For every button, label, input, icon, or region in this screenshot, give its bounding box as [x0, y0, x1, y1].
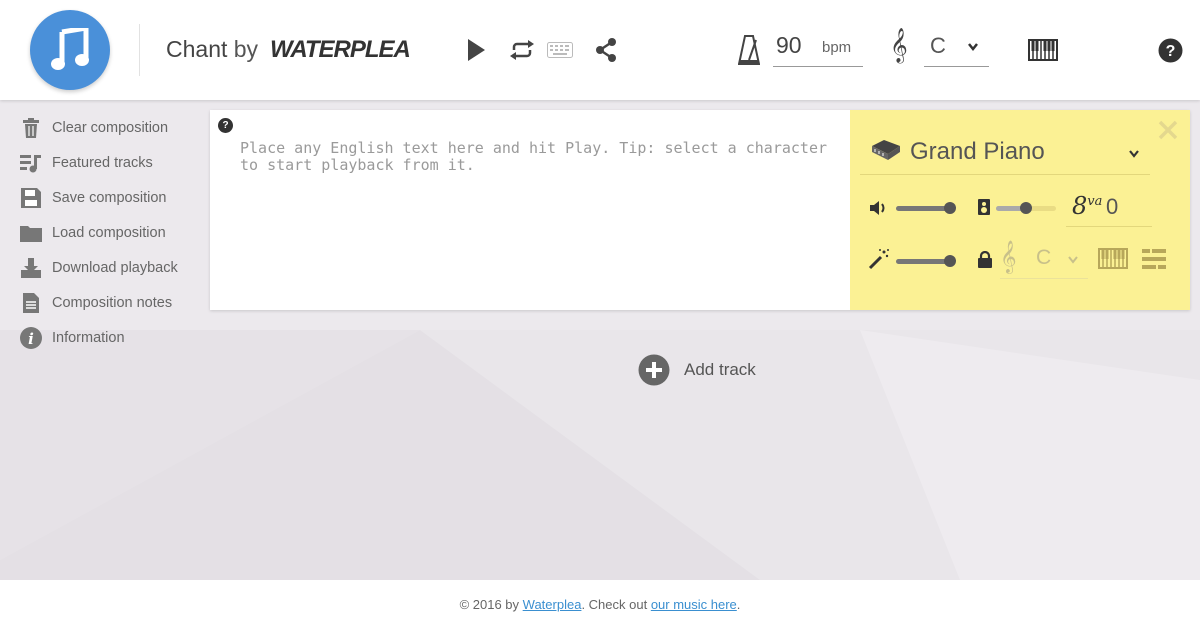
save-icon	[20, 187, 42, 209]
sidebar-item-save-composition[interactable]: Save composition	[20, 186, 166, 210]
sidebar-item-label: Clear composition	[52, 120, 169, 136]
notes-icon	[20, 292, 42, 314]
octave-icon: 8va	[1072, 192, 1102, 220]
instrument-select[interactable]: Grand Piano	[910, 138, 1045, 166]
lock-icon[interactable]	[978, 251, 992, 268]
play-icon[interactable]	[466, 38, 486, 62]
footer-text: . Check out	[581, 597, 651, 612]
app-name: Chant	[166, 36, 228, 62]
bpm-input[interactable]: 90	[776, 32, 812, 59]
app-by: by	[233, 36, 259, 62]
add-track-label: Add track	[684, 360, 756, 379]
footer-music-link[interactable]: our music here	[651, 597, 737, 612]
key-underline	[924, 66, 989, 67]
header-divider	[139, 24, 140, 76]
sidebar-item-load-composition[interactable]: Load composition	[20, 221, 166, 245]
treble-clef-icon: 𝄞	[1000, 240, 1017, 273]
track-key-underline	[1000, 278, 1088, 279]
sidebar-item-label: Featured tracks	[52, 155, 153, 171]
chevron-down-icon[interactable]	[1129, 150, 1139, 158]
footer-period: .	[736, 597, 741, 612]
octave-sup: va	[1087, 194, 1103, 209]
key-select[interactable]: C	[930, 33, 946, 59]
help-icon[interactable]: ?	[1158, 38, 1183, 63]
piano-keys-icon[interactable]	[1098, 248, 1128, 269]
effect-slider[interactable]	[896, 251, 958, 271]
track-card: ? Grand Piano	[210, 110, 1190, 320]
svg-text:?: ?	[1166, 43, 1176, 60]
grand-piano-icon	[872, 140, 900, 160]
track-key-select[interactable]: C	[1036, 246, 1051, 270]
octave-underline	[1066, 226, 1152, 227]
info-icon: i	[20, 327, 42, 349]
sidebar-item-information[interactable]: i Information	[20, 326, 125, 350]
volume-icon	[870, 201, 885, 215]
metronome-icon	[738, 35, 760, 65]
treble-clef-icon: 𝄞	[890, 28, 908, 63]
chevron-down-icon[interactable]	[967, 42, 979, 52]
add-track-button[interactable]: Add track	[638, 354, 756, 386]
instrument-underline	[860, 174, 1150, 175]
svg-text:i: i	[28, 330, 34, 348]
speaker-icon	[978, 199, 990, 215]
sidebar-item-featured-tracks[interactable]: Featured tracks	[20, 151, 153, 175]
pan-slider[interactable]	[996, 198, 1058, 218]
sidebar-item-label: Composition notes	[52, 295, 173, 311]
octave-label: 8	[1072, 192, 1088, 220]
app-header: Chant by WATERPLEA 90 bpm 𝄞 C ?	[0, 0, 1200, 100]
playlist-icon	[20, 152, 42, 174]
repeat-icon[interactable]	[509, 40, 535, 60]
download-icon	[20, 257, 42, 279]
share-icon[interactable]	[594, 38, 618, 62]
footer-waterplea-link[interactable]: Waterplea	[523, 597, 582, 612]
bpm-unit: bpm	[822, 39, 852, 56]
octave-input[interactable]: 0	[1106, 194, 1118, 220]
sidebar-item-composition-notes[interactable]: Composition notes	[20, 291, 172, 315]
folder-icon	[20, 222, 42, 244]
sidebar-item-label: Load composition	[52, 225, 166, 241]
instrument-panel: Grand Piano 8va 0 𝄞 C	[850, 110, 1190, 310]
footer: © 2016 by Waterplea. Check out our music…	[0, 580, 1200, 630]
brand-logo[interactable]: WATERPLEA	[270, 36, 411, 64]
track-text-input[interactable]	[230, 130, 850, 320]
sidebar-item-download-playback[interactable]: Download playback	[20, 256, 178, 280]
sidebar-item-label: Save composition	[52, 190, 167, 206]
volume-slider[interactable]	[896, 198, 958, 218]
close-icon[interactable]	[1158, 120, 1178, 140]
piano-keys-icon[interactable]	[1028, 39, 1058, 61]
layout-icon[interactable]	[1142, 249, 1166, 269]
footer-copyright: © 2016 by	[459, 597, 523, 612]
sidebar-item-label: Information	[52, 330, 125, 346]
app-logo	[30, 10, 110, 90]
sidebar-item-label: Download playback	[52, 260, 178, 276]
trash-icon	[20, 117, 42, 139]
add-icon	[638, 354, 670, 386]
keyboard-icon[interactable]	[547, 42, 573, 58]
magic-wand-icon	[868, 249, 889, 270]
music-note-icon	[51, 28, 89, 70]
sidebar-item-clear-composition[interactable]: Clear composition	[20, 116, 168, 140]
app-title: Chant by	[166, 36, 258, 63]
bpm-underline	[773, 66, 863, 67]
chevron-down-icon[interactable]	[1068, 256, 1078, 264]
